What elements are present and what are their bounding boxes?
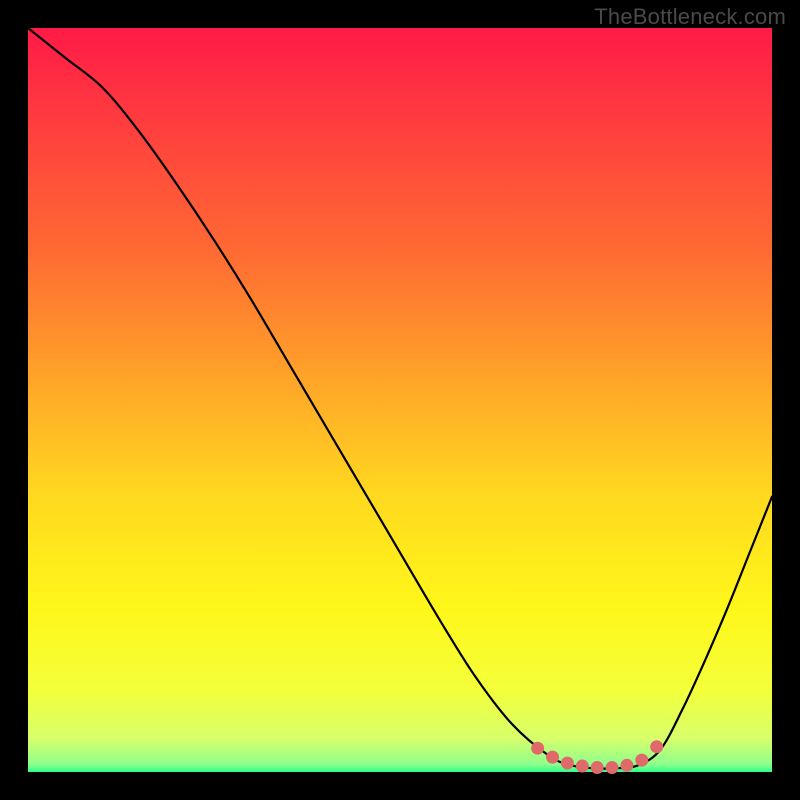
marker-dot <box>561 757 574 770</box>
marker-dot <box>635 754 648 767</box>
bottleneck-chart <box>0 0 800 800</box>
marker-dot <box>650 740 663 753</box>
marker-dot <box>620 759 633 772</box>
marker-dot <box>546 751 559 764</box>
watermark-text: TheBottleneck.com <box>594 4 786 30</box>
marker-dot <box>576 760 589 773</box>
marker-dot <box>531 742 544 755</box>
plot-background <box>28 28 772 772</box>
marker-dot <box>591 761 604 774</box>
marker-dot <box>606 761 619 774</box>
chart-frame: TheBottleneck.com <box>0 0 800 800</box>
